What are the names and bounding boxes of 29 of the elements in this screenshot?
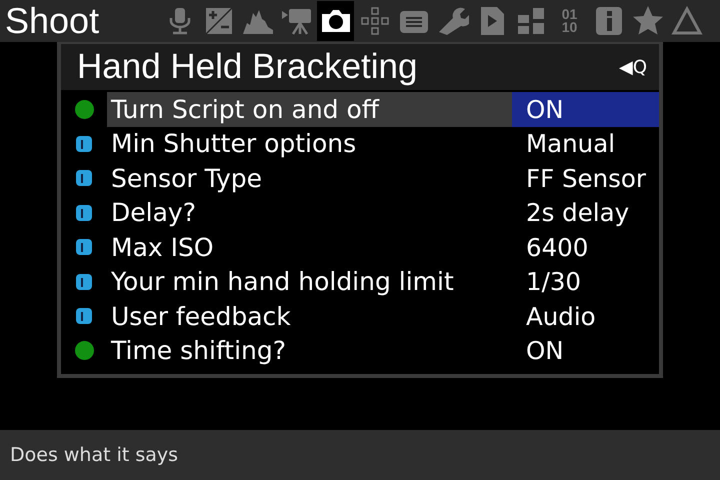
back-hint: ◀Q [618, 56, 647, 78]
option-icon [76, 308, 92, 324]
menu-value[interactable]: ON [512, 334, 659, 368]
menu-item[interactable]: Delay? [107, 196, 512, 230]
menu-value[interactable]: Audio [512, 299, 659, 334]
option-icon [76, 136, 92, 152]
menu-value[interactable]: 6400 [512, 230, 659, 264]
menu-item[interactable]: Your min hand holding limit [107, 264, 512, 299]
option-icon [76, 204, 92, 221]
option-icon [76, 274, 92, 290]
menu-item[interactable]: Time shifting? [107, 334, 512, 368]
toggle-dot-icon [74, 100, 94, 119]
help-text: Does what it says [10, 444, 178, 466]
camera-icon[interactable] [317, 1, 354, 41]
menu-value[interactable]: ON [512, 92, 659, 126]
page-title: Shoot [4, 0, 100, 42]
menu-value[interactable]: 2s delay [512, 196, 659, 230]
menu-item[interactable]: Turn Script on and off [107, 92, 512, 126]
option-icon [76, 239, 92, 256]
menu-item[interactable]: Sensor Type [107, 161, 512, 196]
menu-value[interactable]: 1/30 [512, 264, 659, 299]
menu-item[interactable]: Max ISO [107, 230, 512, 264]
toggle-dot-icon [74, 341, 94, 360]
menu-title: Hand Held Bracketing [77, 47, 418, 87]
menu-item[interactable]: Min Shutter options [107, 126, 512, 161]
menu-value[interactable]: FF Sensor [512, 161, 659, 196]
menu-item[interactable]: User feedback [107, 299, 512, 334]
menu-value[interactable]: Manual [512, 126, 659, 161]
option-icon [76, 170, 92, 186]
